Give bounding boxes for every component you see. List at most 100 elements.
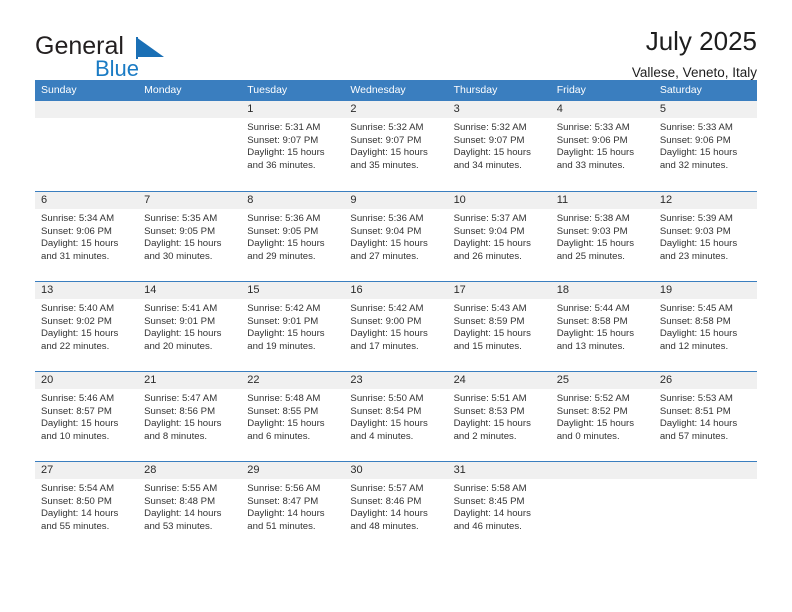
daylight-text-line1: Daylight: 14 hours xyxy=(453,508,531,520)
daylight-text-line2: and 15 minutes. xyxy=(453,340,522,352)
day-cell[interactable]: 21 Sunrise: 5:47 AM Sunset: 8:56 PM Dayl… xyxy=(138,372,242,461)
day-details xyxy=(551,479,654,483)
day-cell[interactable] xyxy=(653,462,757,551)
weekday-header-row: Sunday Monday Tuesday Wednesday Thursday… xyxy=(35,80,757,101)
day-cell[interactable] xyxy=(550,462,654,551)
sunrise-text: Sunrise: 5:39 AM xyxy=(659,213,733,224)
day-cell[interactable]: 24 Sunrise: 5:51 AM Sunset: 8:53 PM Dayl… xyxy=(447,372,551,461)
day-number: 14 xyxy=(138,282,242,299)
daylight-text-line1: Daylight: 15 hours xyxy=(41,238,119,250)
sunrise-text: Sunrise: 5:58 AM xyxy=(453,483,527,494)
day-number xyxy=(35,101,139,118)
sunset-text: Sunset: 9:06 PM xyxy=(659,134,731,146)
day-cell[interactable]: 20 Sunrise: 5:46 AM Sunset: 8:57 PM Dayl… xyxy=(35,372,139,461)
day-number: 21 xyxy=(138,372,242,389)
daylight-text-line2: and 57 minutes. xyxy=(659,430,729,442)
daylight-text-line2: and 19 minutes. xyxy=(247,340,316,352)
day-cell[interactable]: 17 Sunrise: 5:43 AM Sunset: 8:59 PM Dayl… xyxy=(447,282,551,371)
weekday-header-monday: Monday xyxy=(144,84,182,96)
sunrise-text: Sunrise: 5:38 AM xyxy=(556,213,630,224)
daylight-text-line1: Daylight: 15 hours xyxy=(659,147,738,159)
day-details xyxy=(654,479,757,483)
day-cell[interactable]: 14 Sunrise: 5:41 AM Sunset: 9:01 PM Dayl… xyxy=(138,282,242,371)
day-cell[interactable]: 5 Sunrise: 5:33 AM Sunset: 9:06 PM Dayli… xyxy=(653,101,757,191)
daylight-text-line1: Daylight: 15 hours xyxy=(350,328,428,340)
day-cell[interactable]: 31 Sunrise: 5:58 AM Sunset: 8:45 PM Dayl… xyxy=(447,462,551,551)
day-cell[interactable]: 19 Sunrise: 5:45 AM Sunset: 8:58 PM Dayl… xyxy=(653,282,757,371)
daylight-text-line2: and 34 minutes. xyxy=(453,159,522,171)
sunset-text: Sunset: 8:58 PM xyxy=(556,315,628,327)
day-number: 5 xyxy=(653,101,757,118)
day-cell[interactable] xyxy=(138,101,242,191)
day-number: 24 xyxy=(447,372,551,389)
day-number: 7 xyxy=(138,192,242,209)
day-cell[interactable]: 25 Sunrise: 5:52 AM Sunset: 8:52 PM Dayl… xyxy=(550,372,654,461)
sunset-text: Sunset: 8:59 PM xyxy=(453,315,525,327)
daylight-text-line1: Daylight: 15 hours xyxy=(556,238,635,250)
day-details: Sunrise: 5:31 AM Sunset: 9:07 PM Dayligh… xyxy=(241,118,344,172)
daylight-text-line2: and 27 minutes. xyxy=(350,250,419,262)
day-cell[interactable]: 16 Sunrise: 5:42 AM Sunset: 9:00 PM Dayl… xyxy=(344,282,448,371)
day-cell[interactable]: 13 Sunrise: 5:40 AM Sunset: 9:02 PM Dayl… xyxy=(35,282,139,371)
day-cell[interactable]: 10 Sunrise: 5:37 AM Sunset: 9:04 PM Dayl… xyxy=(447,192,551,281)
daylight-text-line1: Daylight: 14 hours xyxy=(247,508,325,520)
daylight-text-line2: and 8 minutes. xyxy=(144,430,208,442)
sunrise-text: Sunrise: 5:42 AM xyxy=(350,303,424,314)
day-cell[interactable]: 1 Sunrise: 5:31 AM Sunset: 9:07 PM Dayli… xyxy=(241,101,345,191)
daylight-text-line1: Daylight: 15 hours xyxy=(659,328,738,340)
day-number xyxy=(653,462,757,479)
day-details: Sunrise: 5:46 AM Sunset: 8:57 PM Dayligh… xyxy=(35,389,138,443)
day-cell[interactable]: 30 Sunrise: 5:57 AM Sunset: 8:46 PM Dayl… xyxy=(344,462,448,551)
day-cell[interactable]: 2 Sunrise: 5:32 AM Sunset: 9:07 PM Dayli… xyxy=(344,101,448,191)
sunset-text: Sunset: 9:03 PM xyxy=(556,225,628,237)
daylight-text-line2: and 6 minutes. xyxy=(247,430,311,442)
calendar-grid: Sunday Monday Tuesday Wednesday Thursday… xyxy=(35,80,757,551)
day-cell[interactable]: 29 Sunrise: 5:56 AM Sunset: 8:47 PM Dayl… xyxy=(241,462,345,551)
day-details: Sunrise: 5:36 AM Sunset: 9:05 PM Dayligh… xyxy=(241,209,344,263)
day-cell[interactable]: 8 Sunrise: 5:36 AM Sunset: 9:05 PM Dayli… xyxy=(241,192,345,281)
day-cell[interactable]: 22 Sunrise: 5:48 AM Sunset: 8:55 PM Dayl… xyxy=(241,372,345,461)
daylight-text-line1: Daylight: 15 hours xyxy=(350,418,428,430)
daylight-text-line1: Daylight: 15 hours xyxy=(556,418,635,430)
day-cell[interactable]: 28 Sunrise: 5:55 AM Sunset: 8:48 PM Dayl… xyxy=(138,462,242,551)
day-details: Sunrise: 5:53 AM Sunset: 8:51 PM Dayligh… xyxy=(654,389,757,443)
day-cell[interactable]: 7 Sunrise: 5:35 AM Sunset: 9:05 PM Dayli… xyxy=(138,192,242,281)
day-cell[interactable]: 26 Sunrise: 5:53 AM Sunset: 8:51 PM Dayl… xyxy=(653,372,757,461)
daylight-text-line2: and 17 minutes. xyxy=(350,340,419,352)
day-number: 9 xyxy=(344,192,448,209)
day-cell[interactable]: 3 Sunrise: 5:32 AM Sunset: 9:07 PM Dayli… xyxy=(447,101,551,191)
sunrise-text: Sunrise: 5:37 AM xyxy=(453,213,527,224)
day-cell[interactable]: 6 Sunrise: 5:34 AM Sunset: 9:06 PM Dayli… xyxy=(35,192,139,281)
sunrise-text: Sunrise: 5:41 AM xyxy=(144,303,218,314)
daylight-text-line1: Daylight: 15 hours xyxy=(659,238,738,250)
day-cell[interactable]: 18 Sunrise: 5:44 AM Sunset: 8:58 PM Dayl… xyxy=(550,282,654,371)
day-cell[interactable]: 15 Sunrise: 5:42 AM Sunset: 9:01 PM Dayl… xyxy=(241,282,345,371)
day-number: 8 xyxy=(241,192,345,209)
daylight-text-line2: and 29 minutes. xyxy=(247,250,316,262)
daylight-text-line2: and 30 minutes. xyxy=(144,250,213,262)
sunrise-text: Sunrise: 5:36 AM xyxy=(350,213,424,224)
day-details: Sunrise: 5:52 AM Sunset: 8:52 PM Dayligh… xyxy=(551,389,654,443)
sunset-text: Sunset: 8:57 PM xyxy=(41,405,112,417)
day-cell[interactable]: 23 Sunrise: 5:50 AM Sunset: 8:54 PM Dayl… xyxy=(344,372,448,461)
sunrise-text: Sunrise: 5:42 AM xyxy=(247,303,321,314)
general-blue-logo[interactable]: General Blue xyxy=(35,27,235,83)
daylight-text-line2: and 0 minutes. xyxy=(556,430,620,442)
daylight-text-line2: and 10 minutes. xyxy=(41,430,110,442)
day-cell[interactable] xyxy=(35,101,139,191)
sunset-text: Sunset: 8:55 PM xyxy=(247,405,319,417)
day-details xyxy=(35,118,138,122)
day-cell[interactable]: 27 Sunrise: 5:54 AM Sunset: 8:50 PM Dayl… xyxy=(35,462,139,551)
sunset-text: Sunset: 8:50 PM xyxy=(41,495,112,507)
sunrise-text: Sunrise: 5:40 AM xyxy=(41,303,115,314)
daylight-text-line1: Daylight: 15 hours xyxy=(247,147,325,159)
day-cell[interactable]: 9 Sunrise: 5:36 AM Sunset: 9:04 PM Dayli… xyxy=(344,192,448,281)
day-cell[interactable]: 12 Sunrise: 5:39 AM Sunset: 9:03 PM Dayl… xyxy=(653,192,757,281)
daylight-text-line1: Daylight: 15 hours xyxy=(41,328,119,340)
day-details: Sunrise: 5:42 AM Sunset: 9:01 PM Dayligh… xyxy=(241,299,344,353)
day-cell[interactable]: 11 Sunrise: 5:38 AM Sunset: 9:03 PM Dayl… xyxy=(550,192,654,281)
sunrise-text: Sunrise: 5:33 AM xyxy=(556,122,630,133)
day-cell[interactable]: 4 Sunrise: 5:33 AM Sunset: 9:06 PM Dayli… xyxy=(550,101,654,191)
sunrise-text: Sunrise: 5:51 AM xyxy=(453,393,527,404)
sunrise-text: Sunrise: 5:47 AM xyxy=(144,393,218,404)
